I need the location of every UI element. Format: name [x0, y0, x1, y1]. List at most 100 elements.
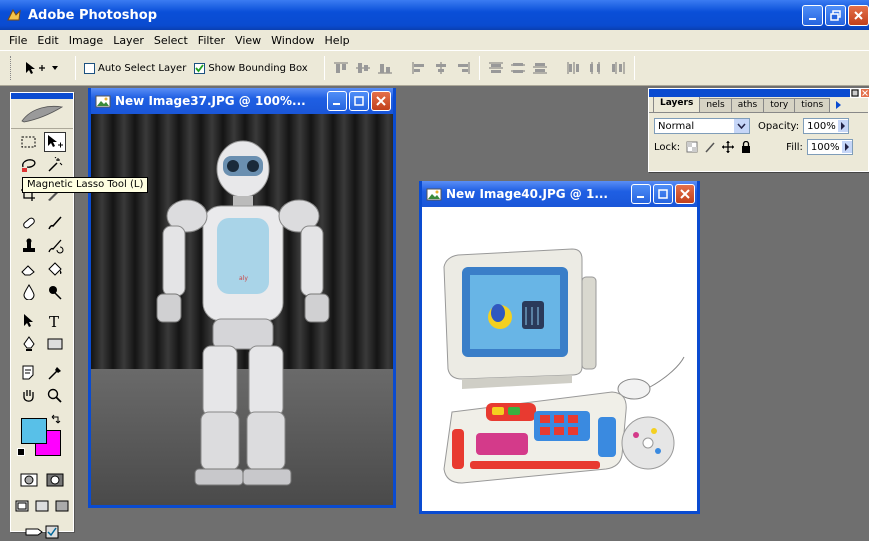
type-tool[interactable]: T [44, 311, 66, 331]
align-horizontal-center-icon[interactable] [433, 61, 449, 75]
tab-layers[interactable]: Layers [653, 96, 701, 112]
lock-all-icon[interactable] [740, 141, 752, 153]
doc-close-button[interactable] [675, 184, 695, 204]
pen-tool[interactable] [18, 334, 40, 354]
magnetic-lasso-tool[interactable] [18, 155, 40, 175]
standard-screen-mode[interactable] [14, 496, 30, 516]
distribute-bottom-icon[interactable] [532, 61, 548, 75]
path-selection-tool[interactable] [18, 311, 40, 331]
restore-button[interactable] [825, 5, 846, 26]
menu-file[interactable]: File [4, 34, 32, 47]
menu-select[interactable]: Select [149, 34, 193, 47]
menu-layer[interactable]: Layer [108, 34, 149, 47]
tab-channels[interactable]: nels [699, 98, 732, 112]
align-bottom-icon[interactable] [377, 61, 393, 75]
distribute-hcenter-icon[interactable] [588, 61, 604, 75]
checkbox-box[interactable] [84, 62, 95, 74]
align-vertical-center-icon[interactable] [355, 61, 371, 75]
zoom-tool[interactable] [44, 386, 66, 406]
tab-actions[interactable]: tions [794, 98, 831, 112]
standard-mode-button[interactable] [18, 470, 40, 490]
opacity-field[interactable]: 100% [803, 118, 850, 134]
auto-select-layer-checkbox[interactable]: Auto Select Layer [84, 62, 186, 74]
doc-maximize-button[interactable] [653, 184, 673, 204]
align-right-icon[interactable] [455, 61, 471, 75]
lock-position-move-icon[interactable] [722, 141, 735, 153]
toy-computer-photo [443, 248, 685, 484]
checkbox-box-checked[interactable] [194, 62, 206, 74]
quick-mask-mode-button[interactable] [44, 470, 66, 490]
menu-view[interactable]: View [230, 34, 266, 47]
default-colors-icon[interactable] [17, 448, 25, 456]
menu-filter[interactable]: Filter [193, 34, 230, 47]
chevron-down-icon[interactable] [734, 119, 749, 133]
note-icon [22, 365, 34, 380]
show-bounding-box-checkbox[interactable]: Show Bounding Box [194, 62, 308, 74]
adobe-feather-logo[interactable] [11, 99, 73, 129]
distribute-left-icon[interactable] [566, 61, 582, 75]
minimize-icon [333, 103, 340, 105]
distribute-top-icon[interactable] [488, 61, 504, 75]
options-grip[interactable] [10, 56, 14, 80]
svg-text:T: T [49, 313, 59, 329]
palette-minimize-icon[interactable] [850, 88, 860, 98]
paint-bucket-tool[interactable] [44, 259, 66, 279]
water-drop-icon [23, 284, 35, 300]
minimize-button[interactable] [802, 5, 823, 26]
healing-brush-tool[interactable] [18, 213, 40, 233]
tool-preset-picker[interactable] [24, 60, 59, 76]
palette-menu-arrow-icon[interactable] [835, 101, 843, 109]
menu-help[interactable]: Help [320, 34, 355, 47]
doc-maximize-button[interactable] [349, 91, 369, 111]
svg-text:aly: aly [239, 275, 248, 282]
brush-tool[interactable] [44, 213, 66, 233]
minimize-icon [809, 18, 816, 20]
dodge-tool[interactable] [44, 282, 66, 302]
distribute-vcenter-icon[interactable] [510, 61, 526, 75]
document-window-controls [631, 184, 695, 204]
rectangle-tool[interactable] [44, 334, 66, 354]
eraser-tool[interactable] [18, 259, 40, 279]
jump-to-imageready-button[interactable] [22, 522, 62, 541]
tab-history[interactable]: tory [763, 98, 796, 112]
tab-paths[interactable]: aths [730, 98, 765, 112]
distribute-right-icon[interactable] [610, 61, 626, 75]
clone-stamp-tool[interactable] [18, 236, 40, 256]
swap-colors-icon[interactable] [51, 414, 61, 424]
eyedropper-tool[interactable] [44, 363, 66, 383]
fill-slider-arrow-icon[interactable] [841, 141, 852, 153]
imageready-icon [25, 525, 59, 539]
paint-bucket-icon [48, 262, 62, 276]
marquee-tool[interactable] [18, 132, 40, 152]
lock-fill-row: Lock: Fill: 100% [649, 139, 868, 155]
foreground-color-swatch[interactable] [21, 418, 47, 444]
doc-close-button[interactable] [371, 91, 391, 111]
layers-palette-titlebar[interactable] [649, 88, 869, 98]
notes-tool[interactable] [18, 363, 40, 383]
align-top-icon[interactable] [333, 61, 349, 75]
menu-image[interactable]: Image [64, 34, 108, 47]
menu-edit[interactable]: Edit [32, 34, 63, 47]
toy-computer-canvas[interactable] [422, 207, 697, 511]
fullscreen-mode[interactable] [54, 496, 70, 516]
opacity-slider-arrow-icon[interactable] [838, 120, 849, 132]
robot-canvas[interactable]: aly [91, 114, 393, 505]
lock-transparency-icon[interactable] [686, 141, 698, 153]
fill-field[interactable]: 100% [806, 139, 853, 155]
doc-minimize-button[interactable] [327, 91, 347, 111]
fullscreen-menu-mode[interactable] [34, 496, 50, 516]
menu-window[interactable]: Window [266, 34, 319, 47]
palette-close-icon[interactable] [860, 88, 869, 98]
move-tool[interactable] [44, 132, 66, 152]
doc-minimize-button[interactable] [631, 184, 651, 204]
magic-wand-tool[interactable] [44, 155, 66, 175]
lock-image-brush-icon[interactable] [704, 141, 716, 153]
type-t-icon: T [49, 313, 59, 329]
blur-tool[interactable] [18, 282, 40, 302]
document-window-toy-computer: New Image40.JPG @ 1... [419, 181, 700, 514]
align-left-icon[interactable] [411, 61, 427, 75]
close-button[interactable] [848, 5, 869, 26]
history-brush-tool[interactable] [44, 236, 66, 256]
hand-tool[interactable] [18, 386, 40, 406]
blend-mode-select[interactable]: Normal [654, 118, 750, 134]
